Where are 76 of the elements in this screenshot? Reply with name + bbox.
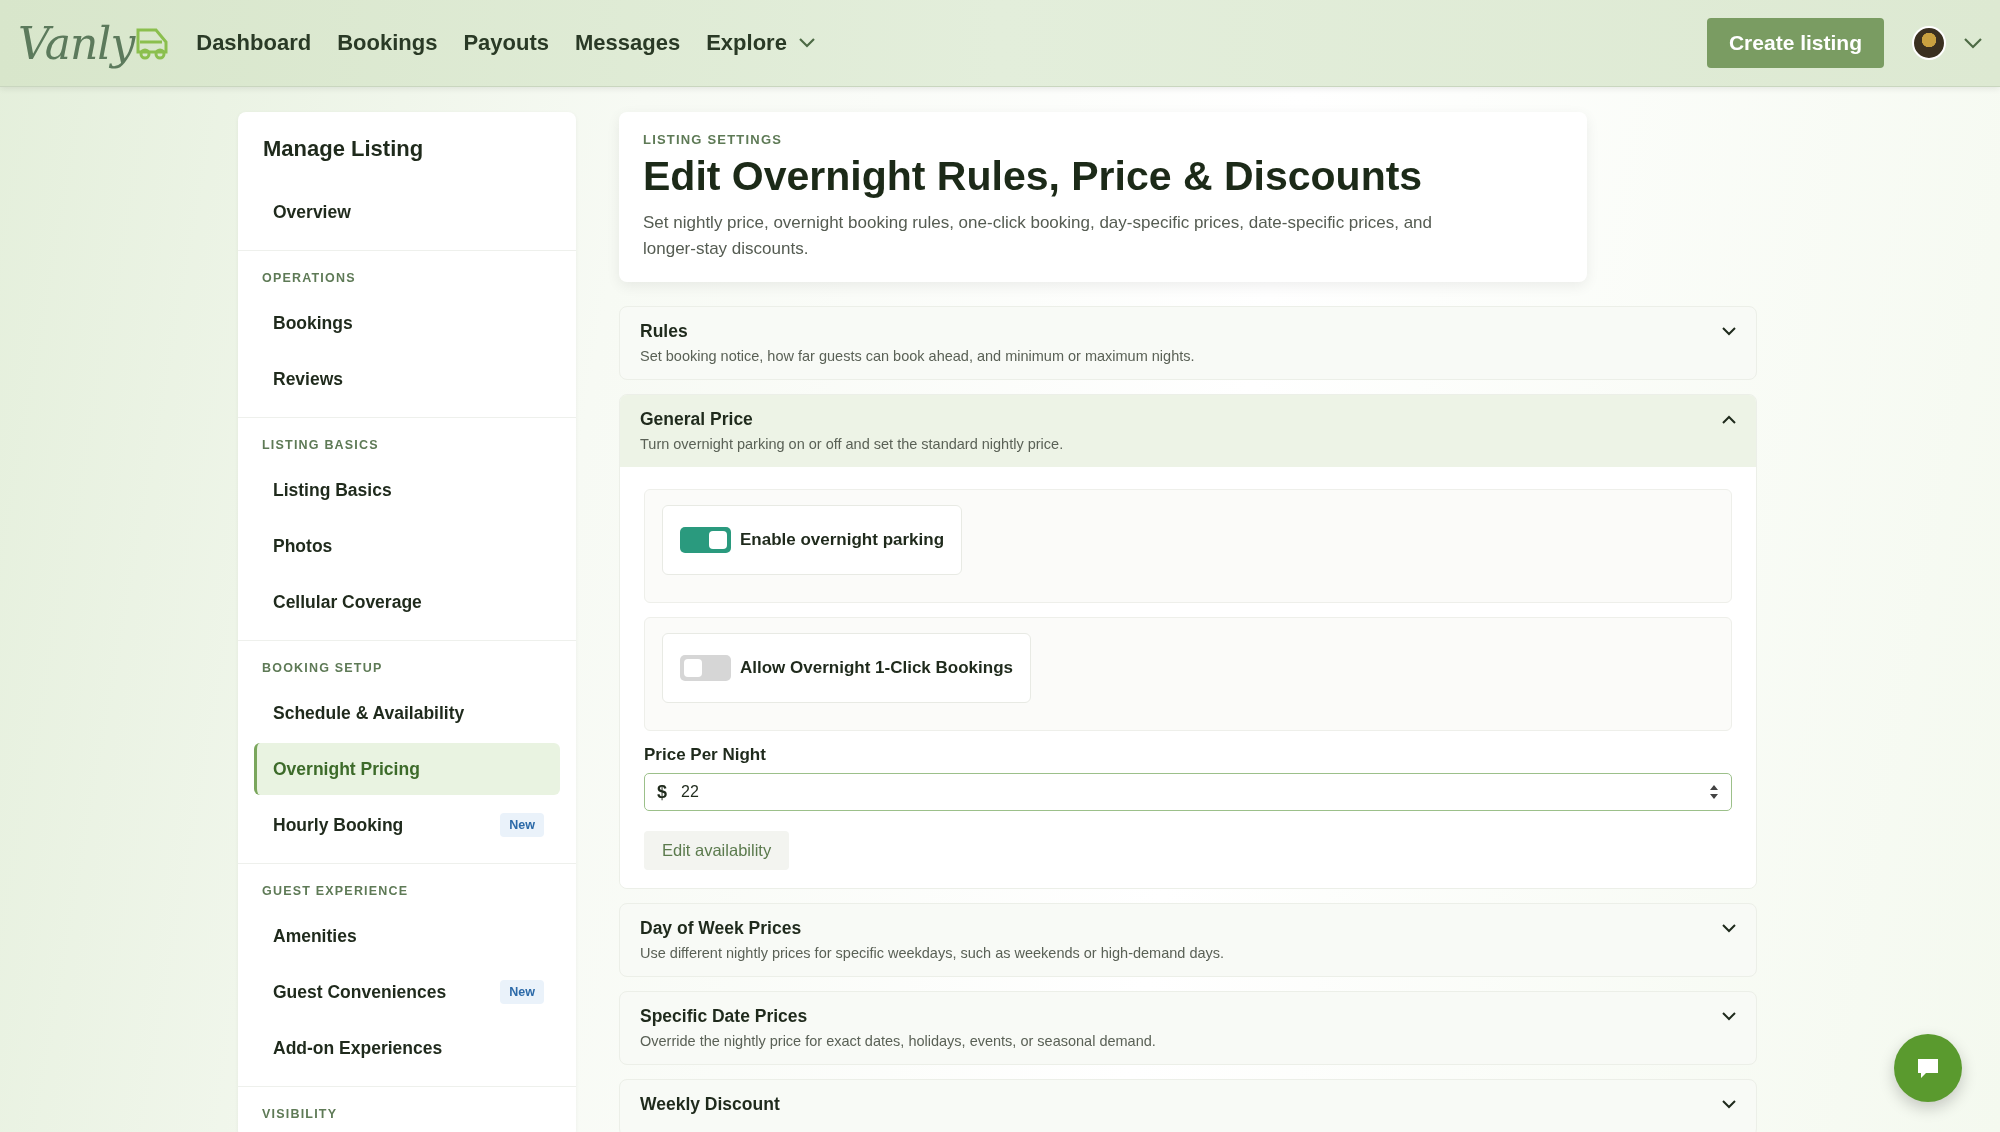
- sidebar-item-label: Listing Basics: [273, 479, 392, 501]
- sidebar-item[interactable]: Photos: [254, 520, 560, 572]
- sidebar-item[interactable]: Amenities: [254, 910, 560, 962]
- toggle-label: Enable overnight parking: [740, 530, 945, 550]
- sidebar-item-label: Reviews: [273, 368, 344, 390]
- field-label: Price Per Night: [644, 745, 767, 765]
- sidebar-item-label: Add-on Experiences: [273, 1037, 443, 1059]
- nav-link[interactable]: Messages: [575, 30, 681, 56]
- new-badge: New: [500, 980, 544, 1004]
- nav-link[interactable]: Explore: [706, 30, 815, 56]
- page-description: Set nightly price, overnight booking rules, one-click booking, day-specific prices, date-specific prices, and longer-stay discounts.: [643, 212, 1433, 260]
- sidebar-item[interactable]: Overnight Pricing: [254, 743, 560, 795]
- accordion-description: Use different nightly prices for specific weekdays, such as weekends or high-demand days.: [640, 945, 1225, 961]
- section-heading: BOOKING SETUP: [261, 660, 384, 677]
- sidebar-item[interactable]: Listing Basics: [254, 464, 560, 516]
- eyebrow-label: LISTING SETTINGS: [643, 132, 784, 147]
- section-heading: OPERATIONS: [261, 270, 357, 287]
- nav-link[interactable]: Payouts: [463, 30, 549, 56]
- sidebar-item-label: Guest Conveniences: [273, 981, 447, 1003]
- nav-link[interactable]: Bookings: [337, 30, 438, 56]
- accordion-description: Turn overnight parking on or off and set the standard nightly price.: [640, 436, 1064, 452]
- accordion-title: General Price: [640, 409, 754, 430]
- logo-text[interactable]: Vanly: [18, 17, 135, 69]
- sidebar-item[interactable]: Schedule & Availability: [254, 687, 560, 739]
- price-field[interactable]: $ 22: [644, 773, 1732, 811]
- sidebar-item[interactable]: Overview: [254, 186, 560, 238]
- sidebar-item-label: Photos: [273, 535, 333, 557]
- sidebar-item[interactable]: Add-on Experiences: [254, 1022, 560, 1074]
- sidebar-item-label: Amenities: [273, 925, 357, 947]
- new-badge: New: [500, 813, 544, 837]
- avatar[interactable]: [1912, 26, 1946, 60]
- chevron-down-icon[interactable]: [1722, 1012, 1736, 1021]
- spinner-icon[interactable]: [1709, 784, 1719, 800]
- sidebar-item[interactable]: Hourly Booking New: [254, 799, 560, 851]
- sidebar-item[interactable]: Cellular Coverage: [254, 576, 560, 628]
- toggle-option[interactable]: Allow Overnight 1-Click Bookings: [662, 633, 1031, 703]
- currency-symbol: $: [657, 781, 667, 803]
- accordion-header[interactable]: Weekly Discount: [620, 1080, 1756, 1132]
- section-heading: VISIBILITY: [261, 1106, 339, 1123]
- accordion-title: Rules: [640, 321, 689, 342]
- accordion-header[interactable]: Rules Set booking notice, how far guests can book ahead, and minimum or maximum nights.: [620, 307, 1756, 379]
- toggle-switch[interactable]: [680, 527, 731, 553]
- sidebar-item-label: Bookings: [273, 312, 353, 334]
- sidebar-item-label: Schedule & Availability: [273, 702, 465, 724]
- sidebar-item[interactable]: Bookings: [254, 297, 560, 349]
- page-title: Edit Overnight Rules, Price & Discounts: [643, 153, 1424, 200]
- toggle-option[interactable]: Enable overnight parking: [662, 505, 963, 575]
- chevron-up-icon[interactable]: [1722, 415, 1736, 424]
- sidebar-item-label: Overnight Pricing: [273, 758, 420, 780]
- sidebar-item-label: Cellular Coverage: [273, 591, 422, 613]
- chevron-down-icon[interactable]: [1722, 1100, 1736, 1109]
- section-heading: GUEST EXPERIENCE: [261, 883, 410, 900]
- sidebar-item-label: Hourly Booking: [273, 814, 404, 836]
- chevron-down-icon[interactable]: [1722, 327, 1736, 336]
- van-logo-icon: [134, 26, 171, 60]
- accordion-title: Specific Date Prices: [640, 1006, 809, 1027]
- sidebar-item-label: Overview: [273, 201, 351, 223]
- accordion-header[interactable]: General Price Turn overnight parking on or off and set the standard nightly price.: [620, 395, 1756, 467]
- chat-bubble-icon: [1916, 1057, 1940, 1079]
- accordion-description: Set booking notice, how far guests can book ahead, and minimum or maximum nights.: [640, 348, 1195, 364]
- section-heading: LISTING BASICS: [261, 437, 380, 454]
- accordion-header[interactable]: Day of Week Prices Use different nightly prices for specific weekdays, such as weekends or high-demand days.: [620, 904, 1756, 976]
- accordion-header[interactable]: Specific Date Prices Override the nightly price for exact dates, holidays, events, or seasonal demand.: [620, 992, 1756, 1064]
- accordion-title: Weekly Discount: [640, 1094, 780, 1115]
- nav-link[interactable]: Dashboard: [196, 30, 312, 56]
- sidebar-title: Manage Listing: [262, 136, 425, 163]
- toggle-label: Allow Overnight 1-Click Bookings: [740, 658, 1013, 678]
- chevron-down-icon[interactable]: [1722, 924, 1736, 933]
- accordion-title: Day of Week Prices: [640, 918, 803, 939]
- accordion-description: Override the nightly price for exact dates, holidays, events, or seasonal demand.: [640, 1033, 1156, 1049]
- edit-availability-button[interactable]: Edit availability: [644, 831, 790, 870]
- sidebar-item[interactable]: Guest Conveniences New: [254, 966, 560, 1018]
- sidebar-item[interactable]: Reviews: [254, 353, 560, 405]
- toggle-switch[interactable]: [680, 655, 731, 681]
- chevron-down-icon: [798, 38, 815, 48]
- chat-button[interactable]: [1894, 1034, 1962, 1102]
